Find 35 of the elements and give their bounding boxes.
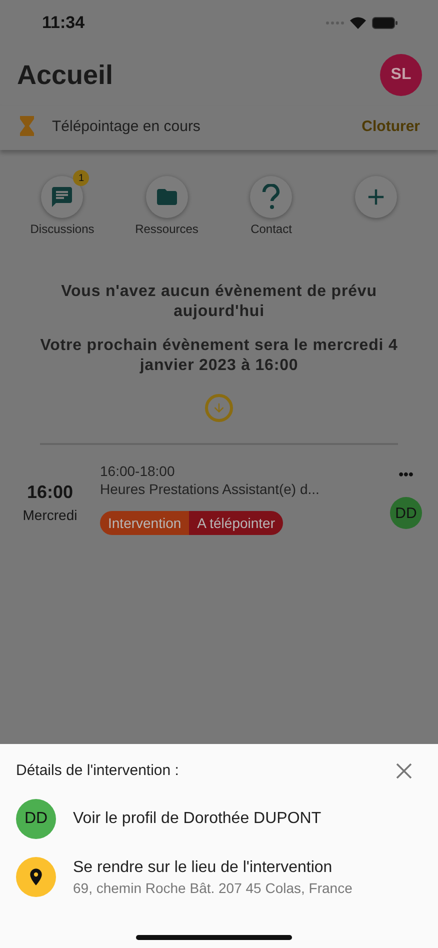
- help-icon: [262, 184, 280, 210]
- person-avatar: DD: [390, 497, 422, 529]
- battery-icon: [372, 17, 398, 29]
- chat-shortcut-button[interactable]: [41, 176, 84, 218]
- shortcut-label: Ressources: [135, 222, 198, 236]
- event-title: Heures Prestations Assistant(e) d...: [100, 480, 320, 498]
- address-text: 69, chemin Roche Bât. 207 45 Colas, France: [73, 880, 352, 896]
- event-day: Mercredi: [22, 507, 78, 523]
- shortcut-label: Discussions: [30, 222, 94, 236]
- hourglass-icon: [20, 116, 34, 136]
- status-tag: A télépointer: [189, 511, 284, 535]
- more-button[interactable]: •••: [398, 466, 414, 482]
- wifi-icon: [350, 17, 366, 29]
- location-pin-icon: [16, 857, 56, 897]
- event-hours: 16:00-18:00: [100, 462, 176, 480]
- chat-icon: [50, 185, 74, 209]
- sheet-title: Détails de l'intervention :: [16, 762, 179, 779]
- help-shortcut-button[interactable]: [250, 176, 292, 218]
- unread-badge: 1: [73, 170, 90, 186]
- shortcut-label: Contact: [250, 222, 292, 236]
- cloturer-button[interactable]: Cloturer: [362, 118, 420, 134]
- person-avatar: DD: [16, 799, 56, 839]
- close-button[interactable]: [396, 762, 412, 778]
- status-tag: Intervention: [100, 511, 190, 535]
- status-time: 11:34: [42, 13, 85, 33]
- profile-link[interactable]: Voir le profil de Dorothée DUPONT: [73, 810, 322, 828]
- event-time: 16:00: [26, 482, 74, 503]
- telepointage-status: Télépointage en cours: [52, 118, 202, 134]
- info-message: Vous n'avez aucun évènement de prévu aujourd'hui: [60, 282, 378, 322]
- folder-shortcut-button[interactable]: [146, 176, 188, 218]
- info-message: Votre prochain évènement sera le mercredi 4 janvier 2023 à 16:00: [39, 336, 399, 376]
- user-avatar[interactable]: SL: [380, 54, 422, 96]
- add-shortcut-button[interactable]: [354, 176, 397, 218]
- page-title: Accueil: [17, 60, 114, 90]
- location-link[interactable]: Se rendre sur le lieu de l'intervention: [73, 858, 352, 876]
